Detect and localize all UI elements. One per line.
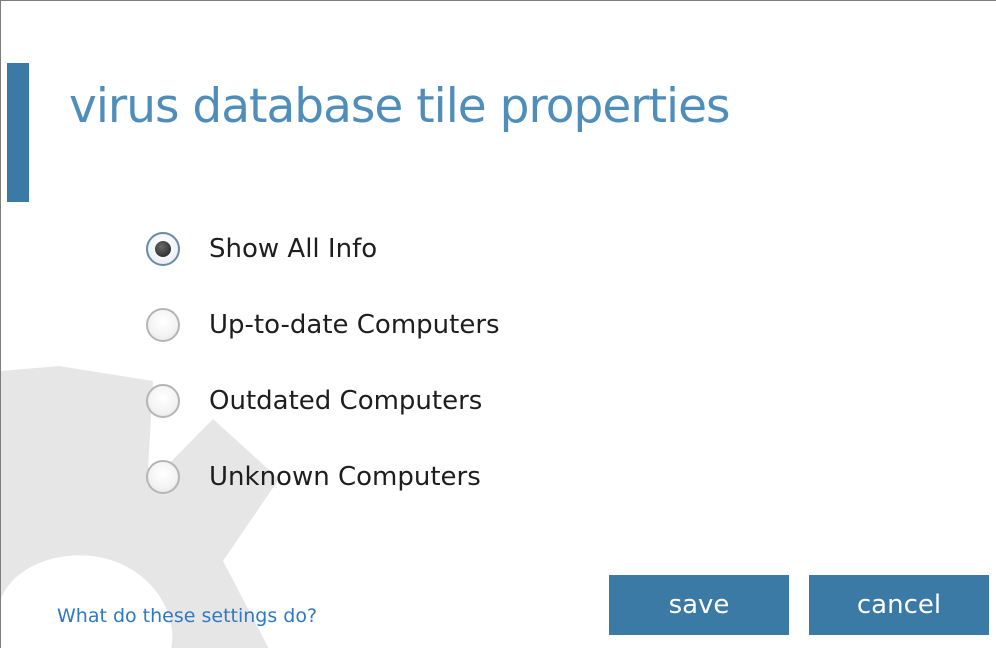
radio-button[interactable] — [146, 460, 180, 494]
dialog-title: virus database tile properties — [69, 79, 730, 134]
option-up-to-date-computers[interactable]: Up-to-date Computers — [146, 301, 500, 349]
radio-button-selected[interactable] — [146, 232, 180, 266]
display-options-radio-group: Show All Info Up-to-date Computers Outda… — [146, 225, 500, 529]
option-label: Show All Info — [209, 234, 378, 264]
option-label: Up-to-date Computers — [209, 310, 500, 340]
option-unknown-computers[interactable]: Unknown Computers — [146, 453, 500, 501]
tile-properties-dialog: virus database tile properties Show All … — [0, 0, 996, 648]
option-show-all-info[interactable]: Show All Info — [146, 225, 500, 273]
radio-button[interactable] — [146, 384, 180, 418]
help-link[interactable]: What do these settings do? — [57, 605, 317, 627]
option-outdated-computers[interactable]: Outdated Computers — [146, 377, 500, 425]
radio-selected-dot — [155, 241, 171, 257]
accent-bar — [7, 63, 29, 202]
cancel-button[interactable]: cancel — [809, 575, 989, 635]
save-button[interactable]: save — [609, 575, 789, 635]
option-label: Outdated Computers — [209, 386, 483, 416]
radio-button[interactable] — [146, 308, 180, 342]
option-label: Unknown Computers — [209, 462, 481, 492]
